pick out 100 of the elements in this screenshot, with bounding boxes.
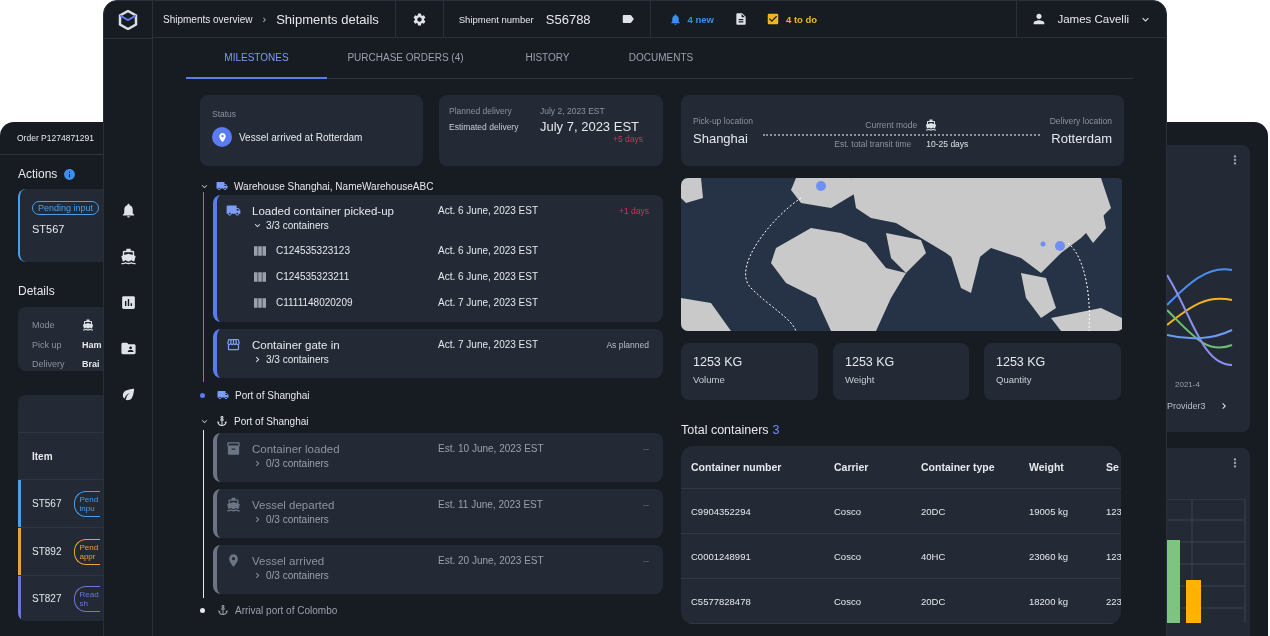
stat-value: 1253 KG — [996, 355, 1047, 369]
card-label: Estimated delivery — [449, 121, 520, 132]
table-cell-text: 20DC — [921, 595, 947, 607]
column-header: Carrier — [834, 461, 870, 473]
card-label: Est. total transit time — [834, 138, 912, 149]
card-label: Status — [212, 109, 238, 119]
stat-value: 1253 KG — [845, 355, 896, 369]
window-title: Order P1274871291 — [17, 133, 95, 143]
user-menu[interactable]: James Cavelli — [1016, 1, 1166, 37]
section-heading: Actions — [18, 167, 58, 181]
column-header: Se — [1106, 461, 1120, 473]
estimated-date: July 7, 2023 EST — [540, 119, 640, 134]
milestone-date: Est. 20 June, 2023 EST — [438, 555, 545, 566]
item-id: ST567 — [32, 498, 62, 509]
milestone-date: Est. 11 June, 2023 EST — [438, 499, 544, 510]
milestone-date: Est. 10 June, 2023 EST — [438, 443, 545, 454]
containers-toggle[interactable]: 0/3 containers — [252, 458, 438, 469]
section-heading: Details — [18, 284, 56, 298]
milestone-note: As planned — [606, 339, 649, 350]
table-cell: 223 — [1106, 595, 1121, 607]
table-cell-text: C9904352294 — [691, 505, 752, 517]
tab[interactable]: PURCHASE ORDERS (4) — [327, 38, 484, 79]
container-id: C124535323211 — [276, 271, 350, 282]
column-header: Container number — [691, 461, 783, 473]
containers-toggle[interactable]: 0/3 containers — [252, 514, 438, 525]
table-cell-text: 23060 kg — [1029, 550, 1070, 562]
location-name: Shanghai — [693, 130, 749, 146]
tab[interactable]: HISTORY — [484, 38, 611, 79]
detail-value: Brai — [82, 358, 101, 369]
column-header: Container type — [921, 461, 996, 473]
stop-label: Port of Shanghai — [234, 415, 309, 427]
todo-count[interactable]: 4 to do — [786, 13, 818, 25]
planned-date: July 2, 2023 EST — [540, 106, 606, 116]
detail-label: Pick up — [32, 339, 63, 350]
milestone-title: Vessel departed — [252, 498, 336, 511]
table-cell-text: C0001248991 — [691, 550, 752, 562]
notification-count[interactable]: 4 new — [687, 13, 714, 25]
milestone-title: Loaded container picked-up — [252, 204, 395, 217]
document-icon[interactable] — [734, 12, 748, 26]
container-id: C124535323123 — [276, 245, 350, 256]
table-cell-text: C5577828478 — [691, 595, 752, 607]
table-cell-text: Cosco — [834, 595, 862, 607]
container-id: C1111148020209 — [276, 297, 353, 308]
stat-label: Weight — [845, 374, 876, 385]
checkbox-icon[interactable] — [766, 12, 780, 26]
milestone-date: Act. 7 June, 2023 EST — [438, 339, 540, 350]
pin-icon — [226, 553, 241, 568]
breadcrumb-separator: › — [262, 13, 267, 25]
container-count: 3 — [772, 423, 780, 437]
stop-label: Port of Shanghai — [235, 389, 310, 401]
crate-icon — [226, 441, 241, 456]
legend-label: Provider3 — [1167, 401, 1206, 411]
status-value: Vessel arrived at Rotterdam — [239, 131, 363, 143]
milestone-note: +1 days — [619, 205, 649, 216]
delay-note: +5 days — [613, 134, 643, 144]
status-badge: Pend inpu — [74, 490, 101, 517]
breadcrumb-link[interactable]: Shipments overview — [163, 13, 253, 25]
milestone-title: Container loaded — [252, 442, 341, 455]
card-label: Current mode — [865, 119, 918, 130]
card-label: Pick-up location — [693, 115, 753, 126]
tag-icon[interactable] — [620, 12, 635, 26]
ship-icon — [925, 118, 938, 131]
tab[interactable]: MILESTONES — [186, 38, 327, 79]
containers-toggle[interactable]: 0/3 containers — [252, 570, 438, 581]
milestone-note: -- — [643, 555, 649, 566]
container-date: Act. 6 June, 2023 EST — [438, 271, 540, 282]
milestone-title: Container gate in — [252, 338, 341, 351]
table-cell: 123 — [1106, 550, 1121, 562]
transit-time: 10-25 days — [926, 138, 969, 149]
containers-toggle[interactable]: 3/3 containers — [252, 354, 438, 365]
table-cell-text: 18200 kg — [1029, 595, 1070, 607]
stat-label: Quantity — [996, 374, 1033, 385]
table-cell: 123 — [1106, 505, 1121, 517]
stat-value: 1253 KG — [693, 355, 744, 369]
detail-label: Mode — [32, 319, 56, 330]
field-label: Shipment number — [458, 13, 534, 25]
action-card[interactable]: Pending input ST567 — [18, 189, 103, 262]
table-cell-text: 40HC — [921, 550, 947, 562]
container-date: Act. 7 June, 2023 EST — [438, 297, 540, 308]
tab[interactable]: DOCUMENTS — [611, 38, 711, 79]
milestone-date: Act. 6 June, 2023 EST — [438, 205, 540, 216]
table-cell-text: Cosco — [834, 505, 862, 517]
truck-icon — [226, 203, 241, 218]
info-icon — [63, 167, 77, 181]
ship-icon — [82, 318, 94, 331]
location-name: Rotterdam — [1051, 130, 1112, 146]
status-badge: Read sh — [74, 585, 101, 612]
card-label: Delivery location — [1049, 115, 1112, 126]
detail-label: Delivery — [32, 358, 66, 369]
column-header: Item — [32, 450, 53, 462]
table-cell-text: 20DC — [921, 505, 947, 517]
detail-value: Ham — [82, 339, 103, 350]
item-id: ST827 — [32, 593, 62, 604]
containers-toggle[interactable]: 3/3 containers — [252, 220, 438, 231]
pin-icon — [212, 127, 232, 147]
logo-icon[interactable] — [118, 9, 138, 30]
stat-label: Volume — [693, 374, 726, 385]
shipment-number: S56788 — [545, 11, 591, 27]
stop-label: Warehouse Shanghai, NameWarehouseABC — [234, 180, 434, 192]
settings-icon[interactable] — [411, 11, 427, 27]
